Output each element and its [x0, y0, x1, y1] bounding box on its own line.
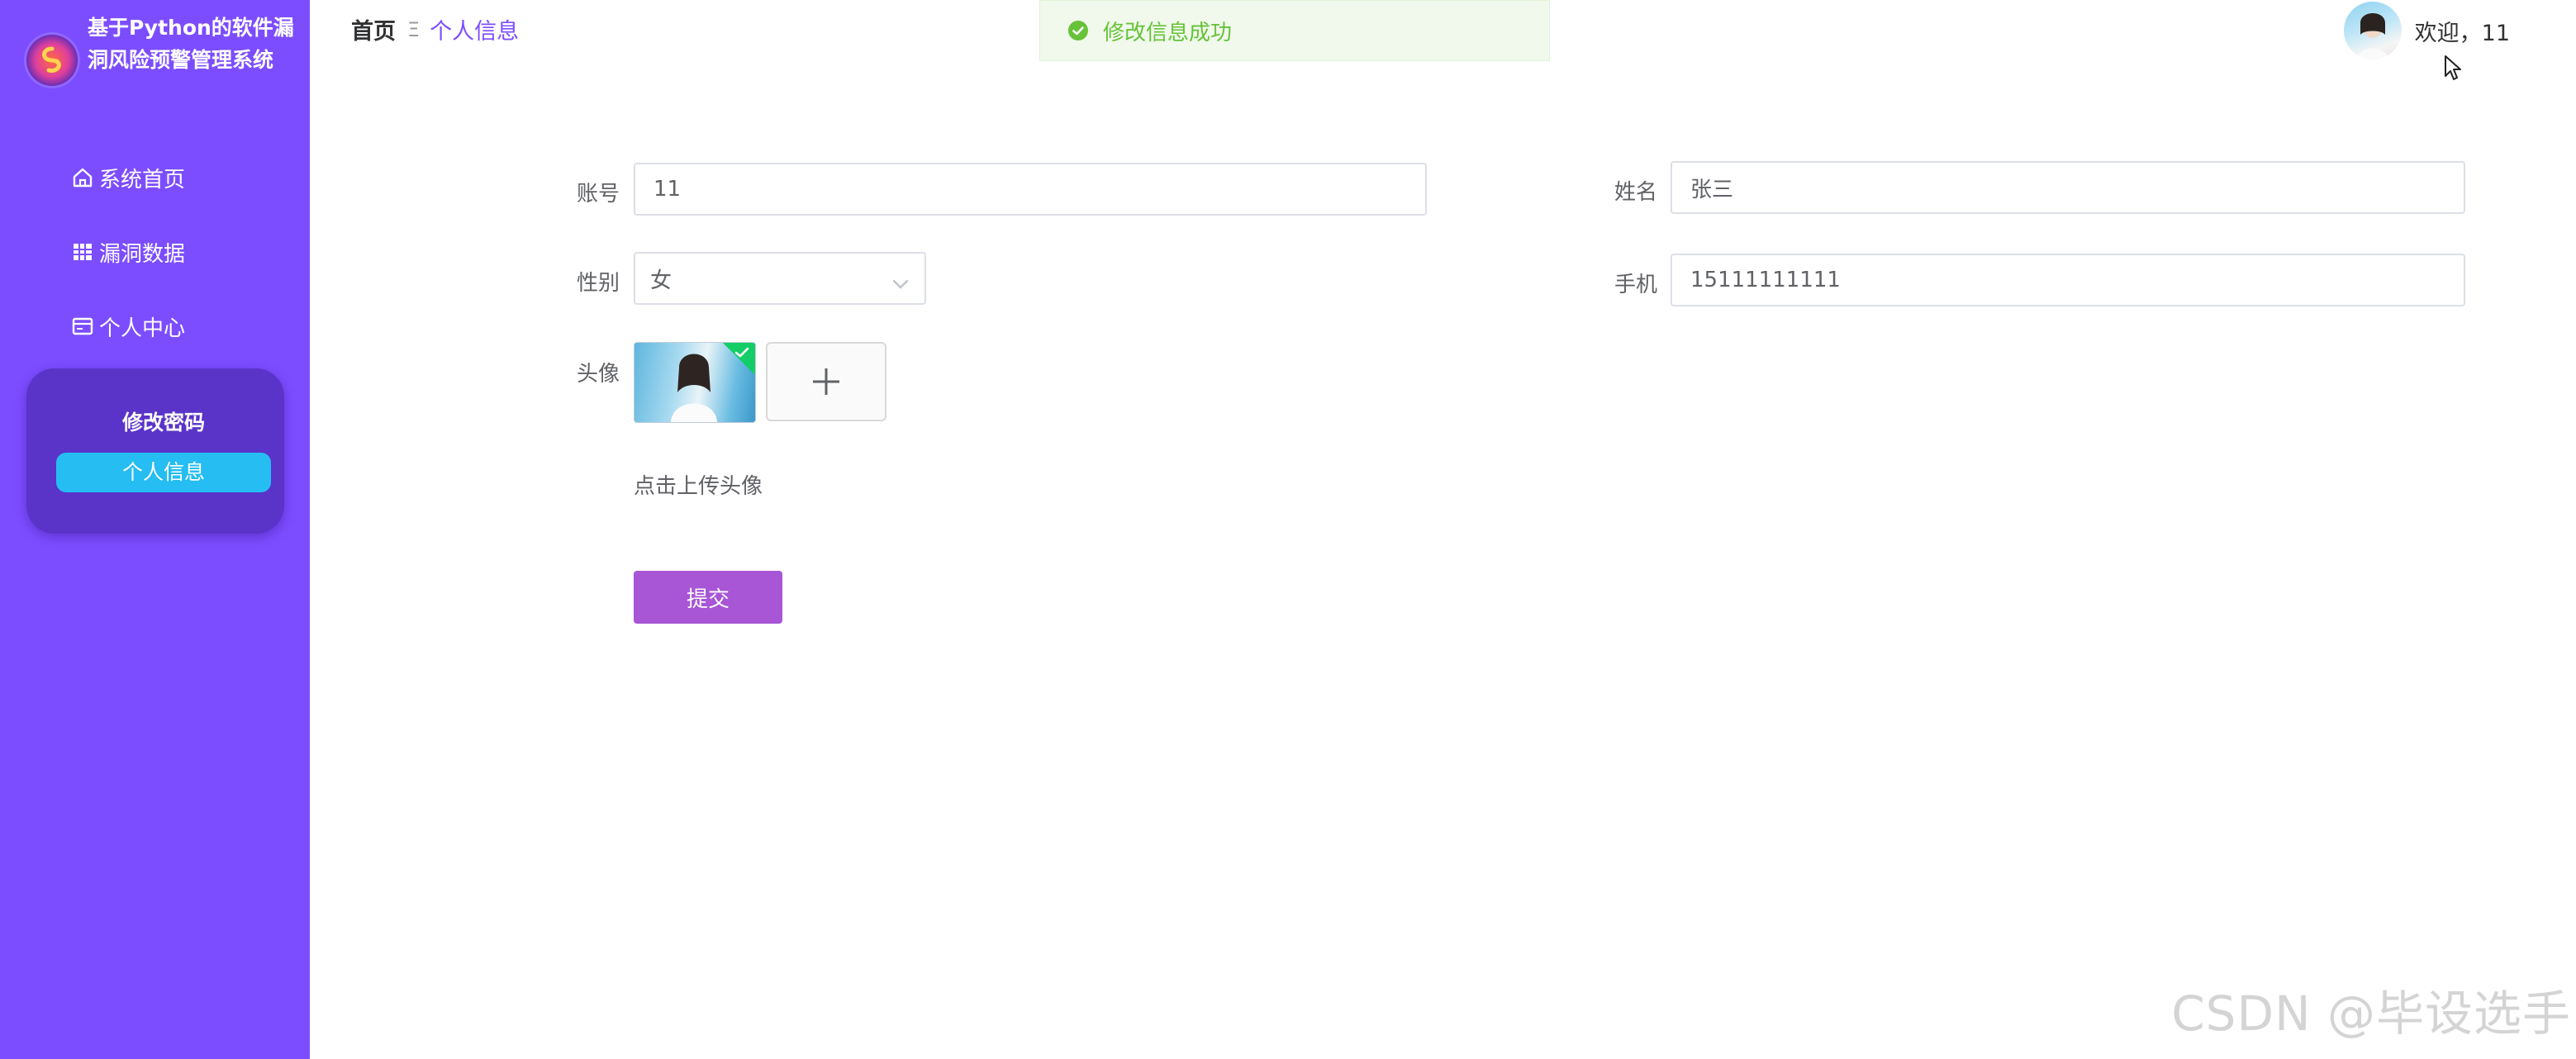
gender-label: 性别 [577, 271, 620, 296]
name-field[interactable]: 张三 [1671, 161, 2465, 214]
sidebar-item-label: 个人中心 [99, 316, 186, 341]
account-value: 11 [654, 177, 682, 202]
gender-select[interactable]: 女 [634, 252, 926, 305]
sidebar-item-label: 漏洞数据 [99, 241, 186, 267]
upload-avatar-button[interactable] [766, 342, 886, 421]
sidebar: 基于Python的软件漏洞风险预警管理系统 系统首页 漏洞数据 个人中心 修改密… [0, 0, 310, 1059]
sidebar-item-personal-center[interactable]: 个人中心 [71, 306, 185, 347]
name-value: 张三 [1690, 177, 1734, 202]
breadcrumb-home[interactable]: 首页 [351, 13, 396, 45]
success-check-icon [1068, 21, 1088, 40]
app-logo [26, 35, 78, 86]
upload-hint-text: 点击上传头像 [634, 474, 763, 499]
card-icon [71, 315, 94, 338]
sidebar-item-home[interactable]: 系统首页 [71, 157, 185, 198]
breadcrumb: 首页 Ξ 个人信息 [351, 13, 519, 45]
welcome-text: 欢迎，11 [2414, 20, 2510, 46]
personal-center-submenu: 修改密码 个人信息 [26, 368, 284, 534]
check-icon [734, 347, 749, 358]
name-label: 姓名 [1614, 180, 1658, 205]
plus-icon [813, 368, 839, 395]
avatar-label: 头像 [577, 362, 620, 387]
submenu-item-personal-info[interactable]: 个人信息 [56, 453, 271, 492]
sidebar-item-label: 系统首页 [99, 167, 186, 192]
chevron-down-icon [891, 272, 910, 297]
phone-field[interactable]: 15111111111 [1671, 254, 2465, 306]
phone-label: 手机 [1614, 273, 1658, 297]
breadcrumb-current: 个人信息 [430, 19, 520, 45]
avatar[interactable] [2343, 2, 2402, 59]
watermark: CSDN @毕设选手 [2171, 985, 2571, 1042]
phone-value: 15111111111 [1690, 268, 1841, 292]
app-title: 基于Python的软件漏洞风险预警管理系统 [88, 16, 294, 72]
submit-button[interactable]: 提交 [634, 571, 782, 624]
submenu-item-change-password[interactable]: 修改密码 [56, 403, 271, 443]
gender-value: 女 [650, 268, 673, 293]
breadcrumb-separator: Ξ [407, 17, 421, 41]
sidebar-item-vuln-data[interactable]: 漏洞数据 [71, 231, 185, 273]
account-field[interactable]: 11 [634, 163, 1427, 216]
account-label: 账号 [577, 182, 620, 207]
toast-message: 修改信息成功 [1103, 20, 1233, 45]
home-icon [71, 166, 94, 189]
user-area: 欢迎，11 [2343, 2, 2510, 59]
uploaded-avatar-thumbnail[interactable] [634, 342, 756, 423]
mouse-cursor-icon [2444, 55, 2465, 86]
success-toast: 修改信息成功 [1039, 0, 1550, 61]
grid-icon [71, 240, 94, 264]
